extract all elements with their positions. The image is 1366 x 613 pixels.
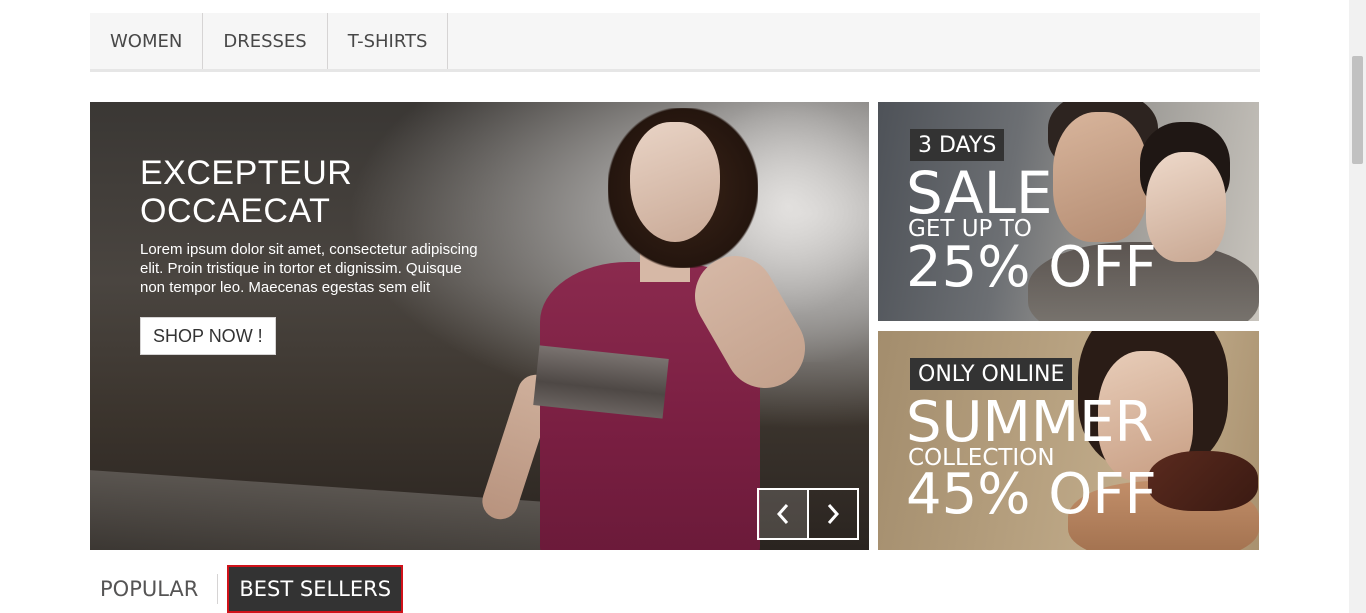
tab-best-sellers[interactable]: Best Sellers [227,565,404,613]
slider-next-button[interactable] [809,490,857,538]
banner-offer: 45% OFF [906,462,1157,527]
promo-banner-sale[interactable]: 3 DAYS SALE GET UP TO 25% OFF [878,102,1259,321]
menu-item-tshirts[interactable]: T-shirts [328,13,449,69]
banner-tag: 3 DAYS [910,129,1005,161]
banner-offer: 25% OFF [906,235,1157,300]
shop-now-button[interactable]: SHOP NOW ! [140,317,276,355]
sunglasses-image [1148,451,1258,511]
product-tabs: Popular Best Sellers [90,565,404,613]
slide-description: Lorem ipsum dolor sit amet, consectetur … [140,241,478,296]
slider-prev-button[interactable] [759,490,809,538]
banner-headline: SUMMER [906,390,1154,455]
slider-controls [757,488,859,540]
slide-image-model [477,102,820,550]
tab-popular[interactable]: Popular [90,567,208,611]
slide-title: EXCEPTEUR OCCAECAT [140,154,353,230]
tab-divider [217,574,219,604]
slide-caption: EXCEPTEUR OCCAECAT Lorem ipsum dolor sit… [140,154,490,297]
scrollbar-thumb[interactable] [1352,56,1363,164]
banner-tag: ONLY ONLINE [910,358,1073,390]
banner-image-couple [1053,112,1148,242]
menu-item-women[interactable]: Women [90,13,204,69]
chevron-right-icon [827,504,840,524]
promo-banner-summer[interactable]: ONLY ONLINE SUMMER COLLECTION 45% OFF [878,331,1259,550]
banner-headline: SALE [906,159,1053,227]
chevron-left-icon [776,504,789,524]
menu-item-dresses[interactable]: Dresses [203,13,328,69]
homepage-slider: EXCEPTEUR OCCAECAT Lorem ipsum dolor sit… [90,102,869,550]
top-menu: Women Dresses T-shirts [90,13,1260,72]
page-scrollbar[interactable] [1349,0,1366,613]
